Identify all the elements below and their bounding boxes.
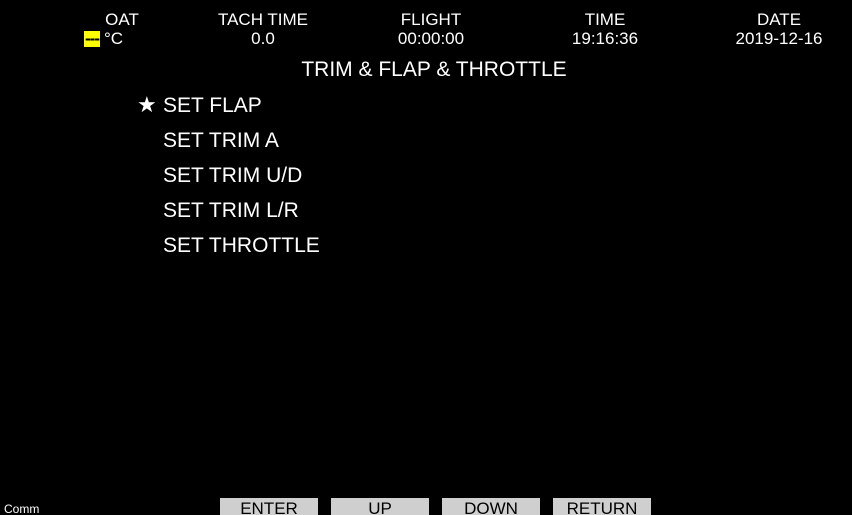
trim-flap-throttle-menu: ★ SET FLAP SET TRIM A SET TRIM U/D SET T… bbox=[137, 92, 320, 267]
menu-item-label: SET TRIM U/D bbox=[163, 164, 303, 187]
oat-value-row: --- °C bbox=[84, 29, 160, 48]
display-screen: OAT --- °C TACH TIME 0.0 FLIGHT 00:00:00 … bbox=[0, 0, 852, 515]
tach-time-value: 0.0 bbox=[251, 29, 275, 48]
clock-readout: TIME 19:16:36 bbox=[555, 10, 655, 48]
date-label: DATE bbox=[756, 10, 802, 29]
menu-item-set-flap[interactable]: ★ SET FLAP bbox=[137, 92, 320, 127]
page-title: TRIM & FLAP & THROTTLE bbox=[301, 58, 567, 81]
oat-unit: °C bbox=[103, 29, 124, 48]
oat-value: --- bbox=[84, 29, 100, 48]
flight-value: 00:00:00 bbox=[397, 29, 465, 48]
time-label: TIME bbox=[584, 10, 626, 29]
menu-item-label: SET FLAP bbox=[163, 94, 262, 117]
flight-label: FLIGHT bbox=[400, 10, 462, 29]
menu-item-set-throttle[interactable]: SET THROTTLE bbox=[137, 232, 320, 267]
tach-time-label: TACH TIME bbox=[217, 10, 309, 29]
flight-time-readout: FLIGHT 00:00:00 bbox=[381, 10, 481, 48]
date-value: 2019-12-16 bbox=[735, 29, 823, 48]
menu-item-label: SET THROTTLE bbox=[163, 234, 320, 257]
enter-button[interactable]: ENTER bbox=[220, 498, 318, 515]
oat-label: OAT bbox=[105, 10, 139, 29]
menu-item-set-trim-lr[interactable]: SET TRIM L/R bbox=[137, 197, 320, 232]
menu-item-label: SET TRIM L/R bbox=[163, 199, 299, 222]
menu-item-set-trim-ud[interactable]: SET TRIM U/D bbox=[137, 162, 320, 197]
tach-time-readout: TACH TIME 0.0 bbox=[203, 10, 323, 48]
time-value: 19:16:36 bbox=[571, 29, 639, 48]
down-button[interactable]: DOWN bbox=[442, 498, 540, 515]
return-button[interactable]: RETURN bbox=[553, 498, 651, 515]
menu-item-set-trim-a[interactable]: SET TRIM A bbox=[137, 127, 320, 162]
up-button[interactable]: UP bbox=[331, 498, 429, 515]
selected-star-icon: ★ bbox=[137, 93, 157, 118]
date-readout: DATE 2019-12-16 bbox=[717, 10, 841, 48]
oat-readout: OAT --- °C bbox=[84, 10, 160, 48]
menu-item-label: SET TRIM A bbox=[163, 129, 279, 152]
comm-status-label: Comm bbox=[4, 502, 40, 515]
